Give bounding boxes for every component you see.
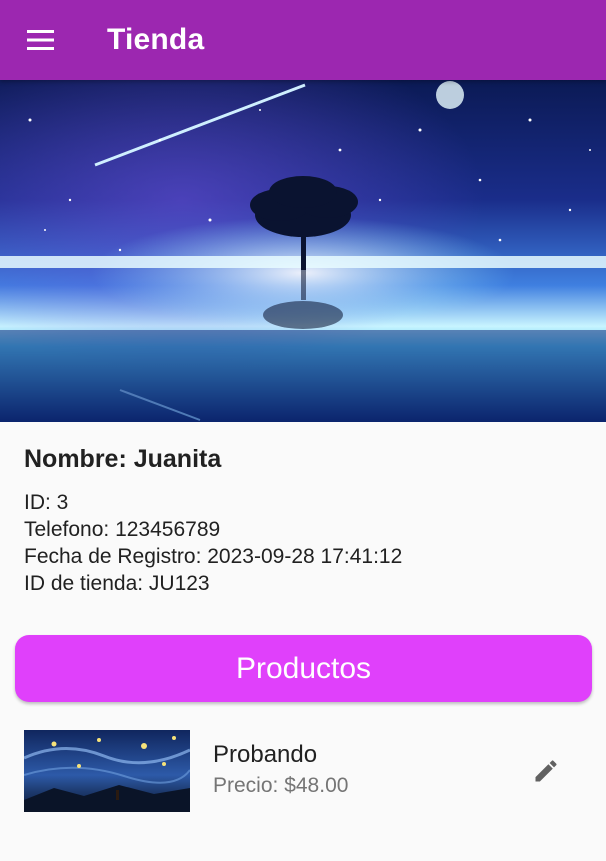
product-price: Precio: $48.00 <box>213 774 349 797</box>
app-bar: Tienda <box>0 0 606 80</box>
products-button[interactable]: Productos <box>15 635 592 702</box>
product-thumbnail <box>24 730 190 812</box>
store-info: Nombre: Juanita ID: 3 Telefono: 12345678… <box>24 445 584 597</box>
store-phone: Telefono: 123456789 <box>24 518 221 541</box>
product-name: Probando <box>213 741 318 768</box>
menu-icon <box>27 30 54 50</box>
store-registration-date: Fecha de Registro: 2023-09-28 17:41:12 <box>24 545 403 568</box>
store-banner-image <box>0 80 606 422</box>
store-id: ID: 3 <box>24 491 69 514</box>
edit-product-button[interactable] <box>524 749 568 793</box>
store-code: ID de tienda: JU123 <box>24 572 210 595</box>
edit-icon <box>535 760 557 782</box>
store-name: Nombre: Juanita <box>24 445 222 473</box>
page-title: Tienda <box>107 23 205 56</box>
menu-button[interactable] <box>13 12 69 68</box>
list-item[interactable]: Probando Precio: $48.00 <box>0 724 606 818</box>
